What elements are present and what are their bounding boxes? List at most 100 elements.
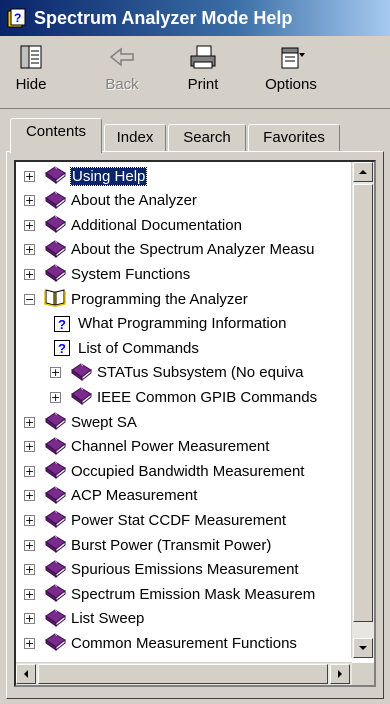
- scroll-corner: [352, 663, 374, 685]
- tree-book[interactable]: + Spurious Emissions Measurement: [24, 558, 299, 582]
- tree-item-label: Additional Documentation: [71, 216, 242, 234]
- expand-icon[interactable]: +: [24, 170, 35, 182]
- closed-book-icon: [43, 435, 71, 459]
- help-page-icon: ?: [54, 340, 70, 357]
- tree-item-label: Swept SA: [71, 413, 137, 431]
- nav-tabs: Contents Index Search Favorites: [10, 118, 382, 153]
- hide-pane-icon: [20, 45, 42, 69]
- horizontal-scrollbar[interactable]: [16, 662, 352, 685]
- closed-book-icon: [43, 533, 71, 557]
- tree-book[interactable]: + Channel Power Measurement: [24, 435, 269, 459]
- vertical-scrollbar[interactable]: [351, 162, 374, 658]
- expand-icon[interactable]: +: [24, 637, 35, 649]
- title-bar[interactable]: ? Spectrum Analyzer Mode Help: [0, 0, 390, 36]
- tree-item-label: List of Commands: [78, 339, 199, 357]
- tree-topic[interactable]: ? What Programming Information: [54, 312, 286, 336]
- tree-book[interactable]: + Additional Documentation: [24, 213, 242, 237]
- expand-icon[interactable]: +: [24, 539, 35, 551]
- tree-book[interactable]: + System Functions: [24, 262, 190, 286]
- tree-item-label: Power Stat CCDF Measurement: [71, 511, 287, 529]
- tree-item-label: Using Help: [69, 166, 148, 186]
- tree-book[interactable]: − Programming the Analyzer: [24, 287, 248, 311]
- tree-book[interactable]: + Occupied Bandwidth Measurement: [24, 459, 304, 483]
- tree-item-label: IEEE Common GPIB Commands: [97, 388, 318, 406]
- tree-item-label: What Programming Information: [78, 315, 287, 333]
- help-page-icon: ?: [54, 315, 70, 332]
- tree-item-label: Common Measurement Functions: [71, 634, 297, 652]
- scroll-up-arrow-icon: [359, 170, 367, 174]
- expand-icon[interactable]: +: [24, 441, 35, 453]
- expand-icon[interactable]: +: [24, 564, 35, 576]
- open-book-icon: [43, 287, 71, 311]
- hide-button[interactable]: Hide: [8, 42, 54, 104]
- expand-icon[interactable]: +: [24, 416, 35, 428]
- tab-favorites[interactable]: Favorites: [248, 124, 340, 152]
- scroll-right-button[interactable]: [330, 664, 350, 684]
- closed-book-icon: [43, 213, 71, 237]
- tree-book[interactable]: + Spectrum Emission Mask Measurem: [24, 582, 315, 606]
- tree-book[interactable]: + Common Measurement Functions: [24, 631, 297, 655]
- scroll-down-arrow-icon: [359, 646, 367, 650]
- expand-icon[interactable]: +: [50, 367, 61, 379]
- tree-book[interactable]: + About the Spectrum Analyzer Measu: [24, 238, 314, 262]
- tab-contents[interactable]: Contents: [10, 118, 102, 153]
- closed-book-icon: [43, 508, 71, 532]
- closed-book-icon: [43, 558, 71, 582]
- tree-book[interactable]: + List Sweep: [24, 607, 144, 631]
- tree-book[interactable]: + Burst Power (Transmit Power): [24, 533, 271, 557]
- expand-icon[interactable]: +: [24, 244, 35, 256]
- toolbar: Hide Back Print Options: [0, 36, 390, 109]
- horizontal-scroll-thumb[interactable]: [38, 664, 328, 684]
- contents-tree[interactable]: + Using Help + About the Analyzer + Additiona…: [14, 160, 376, 687]
- closed-book-icon: [43, 238, 71, 262]
- closed-book-icon: [43, 164, 71, 188]
- closed-book-icon: [43, 459, 71, 483]
- expand-icon[interactable]: +: [24, 613, 35, 625]
- expand-icon[interactable]: +: [24, 195, 35, 207]
- tree-item-label: Burst Power (Transmit Power): [71, 536, 272, 554]
- closed-book-icon: [69, 361, 97, 385]
- tree-book[interactable]: + Swept SA: [24, 410, 137, 434]
- tree-book[interactable]: + ACP Measurement: [24, 484, 197, 508]
- expand-icon[interactable]: +: [24, 588, 35, 600]
- scroll-up-button[interactable]: [353, 162, 373, 182]
- scroll-left-arrow-icon: [24, 670, 28, 678]
- tree-item-label: List Sweep: [71, 610, 145, 628]
- back-button[interactable]: Back: [96, 42, 148, 104]
- options-button[interactable]: Options: [258, 42, 324, 104]
- options-icon: [281, 47, 305, 69]
- closed-book-icon: [69, 385, 97, 409]
- back-arrow-icon: [109, 47, 134, 67]
- scroll-down-button[interactable]: [353, 638, 373, 658]
- tree-item-label: Spectrum Emission Mask Measurem: [71, 585, 316, 603]
- expand-icon[interactable]: +: [24, 465, 35, 477]
- tree-list: + Using Help + About the Analyzer + Additiona…: [16, 162, 352, 658]
- vertical-scroll-thumb[interactable]: [353, 184, 373, 622]
- tree-topic[interactable]: ? List of Commands: [54, 336, 199, 360]
- tree-book[interactable]: + STATus Subsystem (No equiva: [50, 361, 303, 385]
- closed-book-icon: [43, 607, 71, 631]
- expand-icon[interactable]: +: [24, 514, 35, 526]
- window-title: Spectrum Analyzer Mode Help: [34, 7, 293, 28]
- tree-book[interactable]: + Using Help: [24, 164, 148, 188]
- expand-icon[interactable]: +: [24, 268, 35, 280]
- collapse-icon[interactable]: −: [24, 293, 35, 305]
- tree-book[interactable]: + IEEE Common GPIB Commands: [50, 385, 317, 409]
- tree-book[interactable]: + Power Stat CCDF Measurement: [24, 508, 286, 532]
- closed-book-icon: [43, 262, 71, 286]
- print-button[interactable]: Print: [180, 42, 226, 104]
- expand-icon[interactable]: +: [24, 490, 35, 502]
- tree-item-label: About the Spectrum Analyzer Measu: [71, 241, 315, 259]
- scroll-left-button[interactable]: [16, 664, 36, 684]
- expand-icon[interactable]: +: [50, 391, 61, 403]
- tree-item-label: About the Analyzer: [71, 192, 197, 210]
- svg-text:?: ?: [14, 11, 21, 25]
- tab-search[interactable]: Search: [168, 124, 246, 152]
- printer-icon: [190, 45, 216, 69]
- tree-item-label: Channel Power Measurement: [71, 438, 270, 456]
- expand-icon[interactable]: +: [24, 219, 35, 231]
- tree-book[interactable]: + About the Analyzer: [24, 189, 197, 213]
- tab-index[interactable]: Index: [104, 124, 166, 152]
- tree-item-label: Programming the Analyzer: [71, 290, 248, 308]
- scroll-right-arrow-icon: [338, 670, 342, 678]
